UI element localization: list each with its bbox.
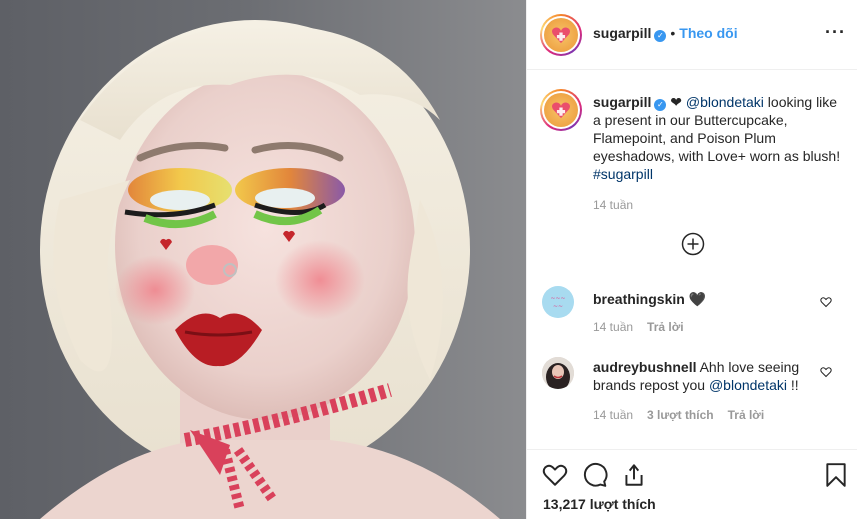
- comment-2-likes[interactable]: 3 lượt thích: [647, 408, 714, 422]
- caption: sugarpill ✓ ❤ @blondetaki looking like a …: [593, 93, 843, 183]
- verified-badge-icon: ✓: [654, 99, 667, 111]
- post-header: sugarpill ✓ • Theo dõi ···: [527, 0, 857, 70]
- svg-text:~~~: ~~~: [550, 295, 565, 302]
- caption-avatar[interactable]: [540, 89, 582, 131]
- breathingskin-avatar[interactable]: ~~~ ~~: [542, 286, 574, 318]
- caption-mention[interactable]: @blondetaki: [686, 94, 764, 110]
- audreybushnell-avatar[interactable]: [542, 357, 574, 389]
- heart-emoji: ❤: [670, 94, 682, 110]
- avatar-art-icon: ~~~ ~~: [542, 286, 574, 318]
- comment-2: audreybushnell Ahh love seeing brands re…: [593, 358, 818, 394]
- comment-2-reply-button[interactable]: Trả lời: [728, 408, 765, 422]
- comment-bubble-icon[interactable]: [582, 462, 608, 488]
- brand-heart-icon: [552, 27, 570, 44]
- more-options-icon[interactable]: ···: [825, 22, 846, 43]
- verified-badge-icon: ✓: [654, 30, 667, 42]
- post-actions: 13,217 lượt thích: [527, 449, 857, 519]
- caption-hashtag[interactable]: #sugarpill: [593, 166, 653, 182]
- separator-dot: •: [670, 25, 676, 41]
- comment-2-time[interactable]: 14 tuần: [593, 408, 633, 422]
- load-more-comments-icon[interactable]: [681, 232, 705, 256]
- comment-1-like-icon[interactable]: [820, 296, 832, 308]
- comment-2-like-icon[interactable]: [820, 366, 832, 378]
- likes-count[interactable]: 13,217 lượt thích: [543, 496, 656, 512]
- comments-section[interactable]: sugarpill ✓ ❤ @blondetaki looking like a …: [527, 71, 857, 449]
- avatar-photo-icon: [542, 357, 574, 389]
- comment-1-time[interactable]: 14 tuần: [593, 320, 633, 334]
- comment-1-meta: 14 tuần Trả lời: [593, 320, 684, 334]
- share-icon[interactable]: [621, 462, 647, 488]
- comment-2-text-after: !!: [787, 377, 799, 393]
- comment-1-reply-button[interactable]: Trả lời: [647, 320, 684, 334]
- svg-text:~~: ~~: [553, 303, 563, 310]
- header-username[interactable]: sugarpill: [593, 25, 651, 41]
- post-side-panel: sugarpill ✓ • Theo dõi ··· sugarpill ✓ ❤ @bl…: [526, 0, 857, 519]
- comment-2-mention[interactable]: @blondetaki: [709, 377, 787, 393]
- header-info: sugarpill ✓ • Theo dõi: [593, 25, 738, 42]
- follow-button[interactable]: Theo dõi: [679, 25, 737, 41]
- comment-2-meta: 14 tuần 3 lượt thích Trả lời: [593, 408, 764, 422]
- comment-2-username[interactable]: audreybushnell: [593, 359, 696, 375]
- bookmark-icon[interactable]: [823, 462, 849, 488]
- comment-1: breathingskin 🖤: [593, 290, 813, 308]
- sugarpill-avatar[interactable]: [540, 14, 582, 56]
- portrait-image: [40, 20, 500, 519]
- post-photo[interactable]: [0, 0, 526, 519]
- brand-heart-icon: [552, 102, 570, 119]
- comment-1-username[interactable]: breathingskin: [593, 291, 685, 307]
- comment-1-text: 🖤: [688, 291, 707, 307]
- caption-username[interactable]: sugarpill: [593, 94, 651, 110]
- caption-time[interactable]: 14 tuần: [593, 198, 633, 212]
- like-heart-icon[interactable]: [542, 462, 568, 488]
